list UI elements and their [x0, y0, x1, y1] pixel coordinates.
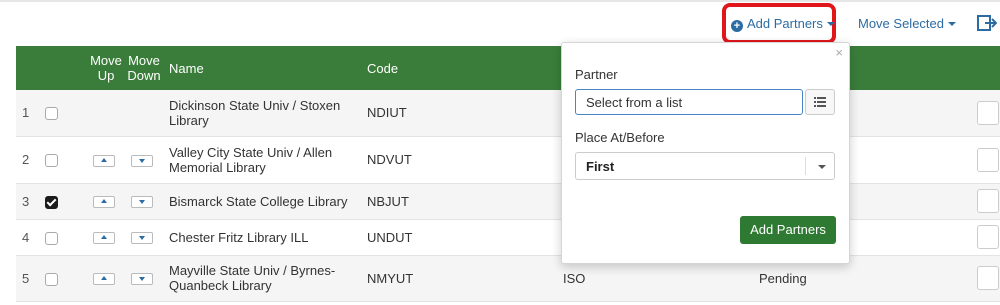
move-down-button[interactable] — [131, 232, 153, 245]
partner-code: NDVUT — [361, 136, 557, 184]
row-number: 1 — [16, 90, 39, 137]
chevron-down-icon — [948, 22, 956, 26]
close-icon[interactable]: × — [835, 45, 843, 60]
row-checkbox[interactable] — [45, 272, 58, 286]
select-divider — [805, 157, 806, 175]
header-name[interactable]: Name — [163, 46, 361, 90]
partner-code: NDIUT — [361, 90, 557, 137]
list-icon — [814, 97, 826, 107]
partner-name: Chester Fritz Library ILL — [163, 219, 361, 256]
chevron-down-icon — [818, 165, 826, 169]
move-down-button[interactable] — [131, 154, 153, 167]
toolbar-divider — [0, 0, 1000, 2]
add-partners-submit-button[interactable]: Add Partners — [740, 216, 836, 244]
partner-name: Valley City State Univ / Allen Memorial … — [163, 136, 361, 184]
chevron-down-icon — [826, 22, 835, 26]
move-up-button[interactable] — [93, 232, 115, 245]
table-header-row: Move Up Move Down Name Code — [16, 46, 1000, 90]
row-number: 4 — [16, 219, 39, 256]
plus-circle-icon: + — [731, 20, 743, 32]
row-number: 2 — [16, 136, 39, 184]
partner-name: Dickinson State Univ / Stoxen Library — [163, 90, 361, 137]
row-checkbox[interactable] — [45, 231, 58, 245]
header-move-down: Move Down — [125, 46, 163, 90]
add-partners-label: Add Partners — [747, 16, 823, 31]
export-icon[interactable] — [977, 15, 997, 31]
row-actions-button[interactable] — [977, 100, 999, 125]
add-partners-popover: × Partner Select from a list Place At/Be… — [561, 42, 850, 264]
move-down-button[interactable] — [131, 273, 153, 286]
header-code[interactable]: Code — [361, 46, 557, 90]
header-actions — [971, 46, 1000, 90]
row-checkbox-checked[interactable] — [45, 195, 58, 209]
table-row: 3 Bismarck State College Library NBJUT — [16, 183, 1000, 220]
move-selected-label: Move Selected — [858, 16, 944, 31]
partner-select-input[interactable]: Select from a list — [575, 89, 803, 115]
table-row: 1 Dickinson State Univ / Stoxen Library … — [16, 90, 1000, 137]
move-selected-dropdown-button[interactable]: Move Selected — [858, 16, 956, 31]
row-number: 3 — [16, 183, 39, 220]
partner-list-button[interactable] — [805, 89, 835, 115]
partner-code: NBJUT — [361, 183, 557, 220]
row-actions-button[interactable] — [977, 225, 999, 249]
move-up-button[interactable] — [93, 196, 115, 209]
move-up-button[interactable] — [93, 273, 115, 286]
partners-table: Move Up Move Down Name Code 1 Dickinson … — [16, 46, 1000, 302]
partner-placeholder: Select from a list — [586, 95, 683, 110]
partner-code: NMYUT — [361, 255, 557, 302]
add-partners-dropdown-button[interactable]: + Add Partners — [731, 16, 835, 32]
partner-label: Partner — [575, 67, 618, 82]
move-up-button[interactable] — [93, 154, 115, 167]
partner-name: Mayville State Univ / Byrnes-Quanbeck Li… — [163, 255, 361, 302]
move-down-button[interactable] — [131, 196, 153, 209]
row-actions-button[interactable] — [977, 266, 999, 290]
table-row: 4 Chester Fritz Library ILL UNDUT — [16, 219, 1000, 256]
place-at-select[interactable]: First — [575, 152, 835, 180]
row-checkbox[interactable] — [45, 154, 58, 168]
header-select — [39, 46, 87, 90]
row-actions-button[interactable] — [977, 189, 999, 213]
table-row: 5 Mayville State Univ / Byrnes-Quanbeck … — [16, 255, 1000, 302]
toolbar: + Add Partners Move Selected — [0, 0, 1000, 46]
header-index — [16, 46, 39, 90]
partner-name: Bismarck State College Library — [163, 183, 361, 220]
table-row: 2 Valley City State Univ / Allen Memoria… — [16, 136, 1000, 184]
row-actions-button[interactable] — [977, 147, 999, 172]
place-at-label: Place At/Before — [575, 130, 665, 145]
place-at-value: First — [586, 159, 615, 174]
row-number: 5 — [16, 255, 39, 302]
header-move-up: Move Up — [87, 46, 125, 90]
row-checkbox[interactable] — [45, 107, 58, 121]
partner-code: UNDUT — [361, 219, 557, 256]
